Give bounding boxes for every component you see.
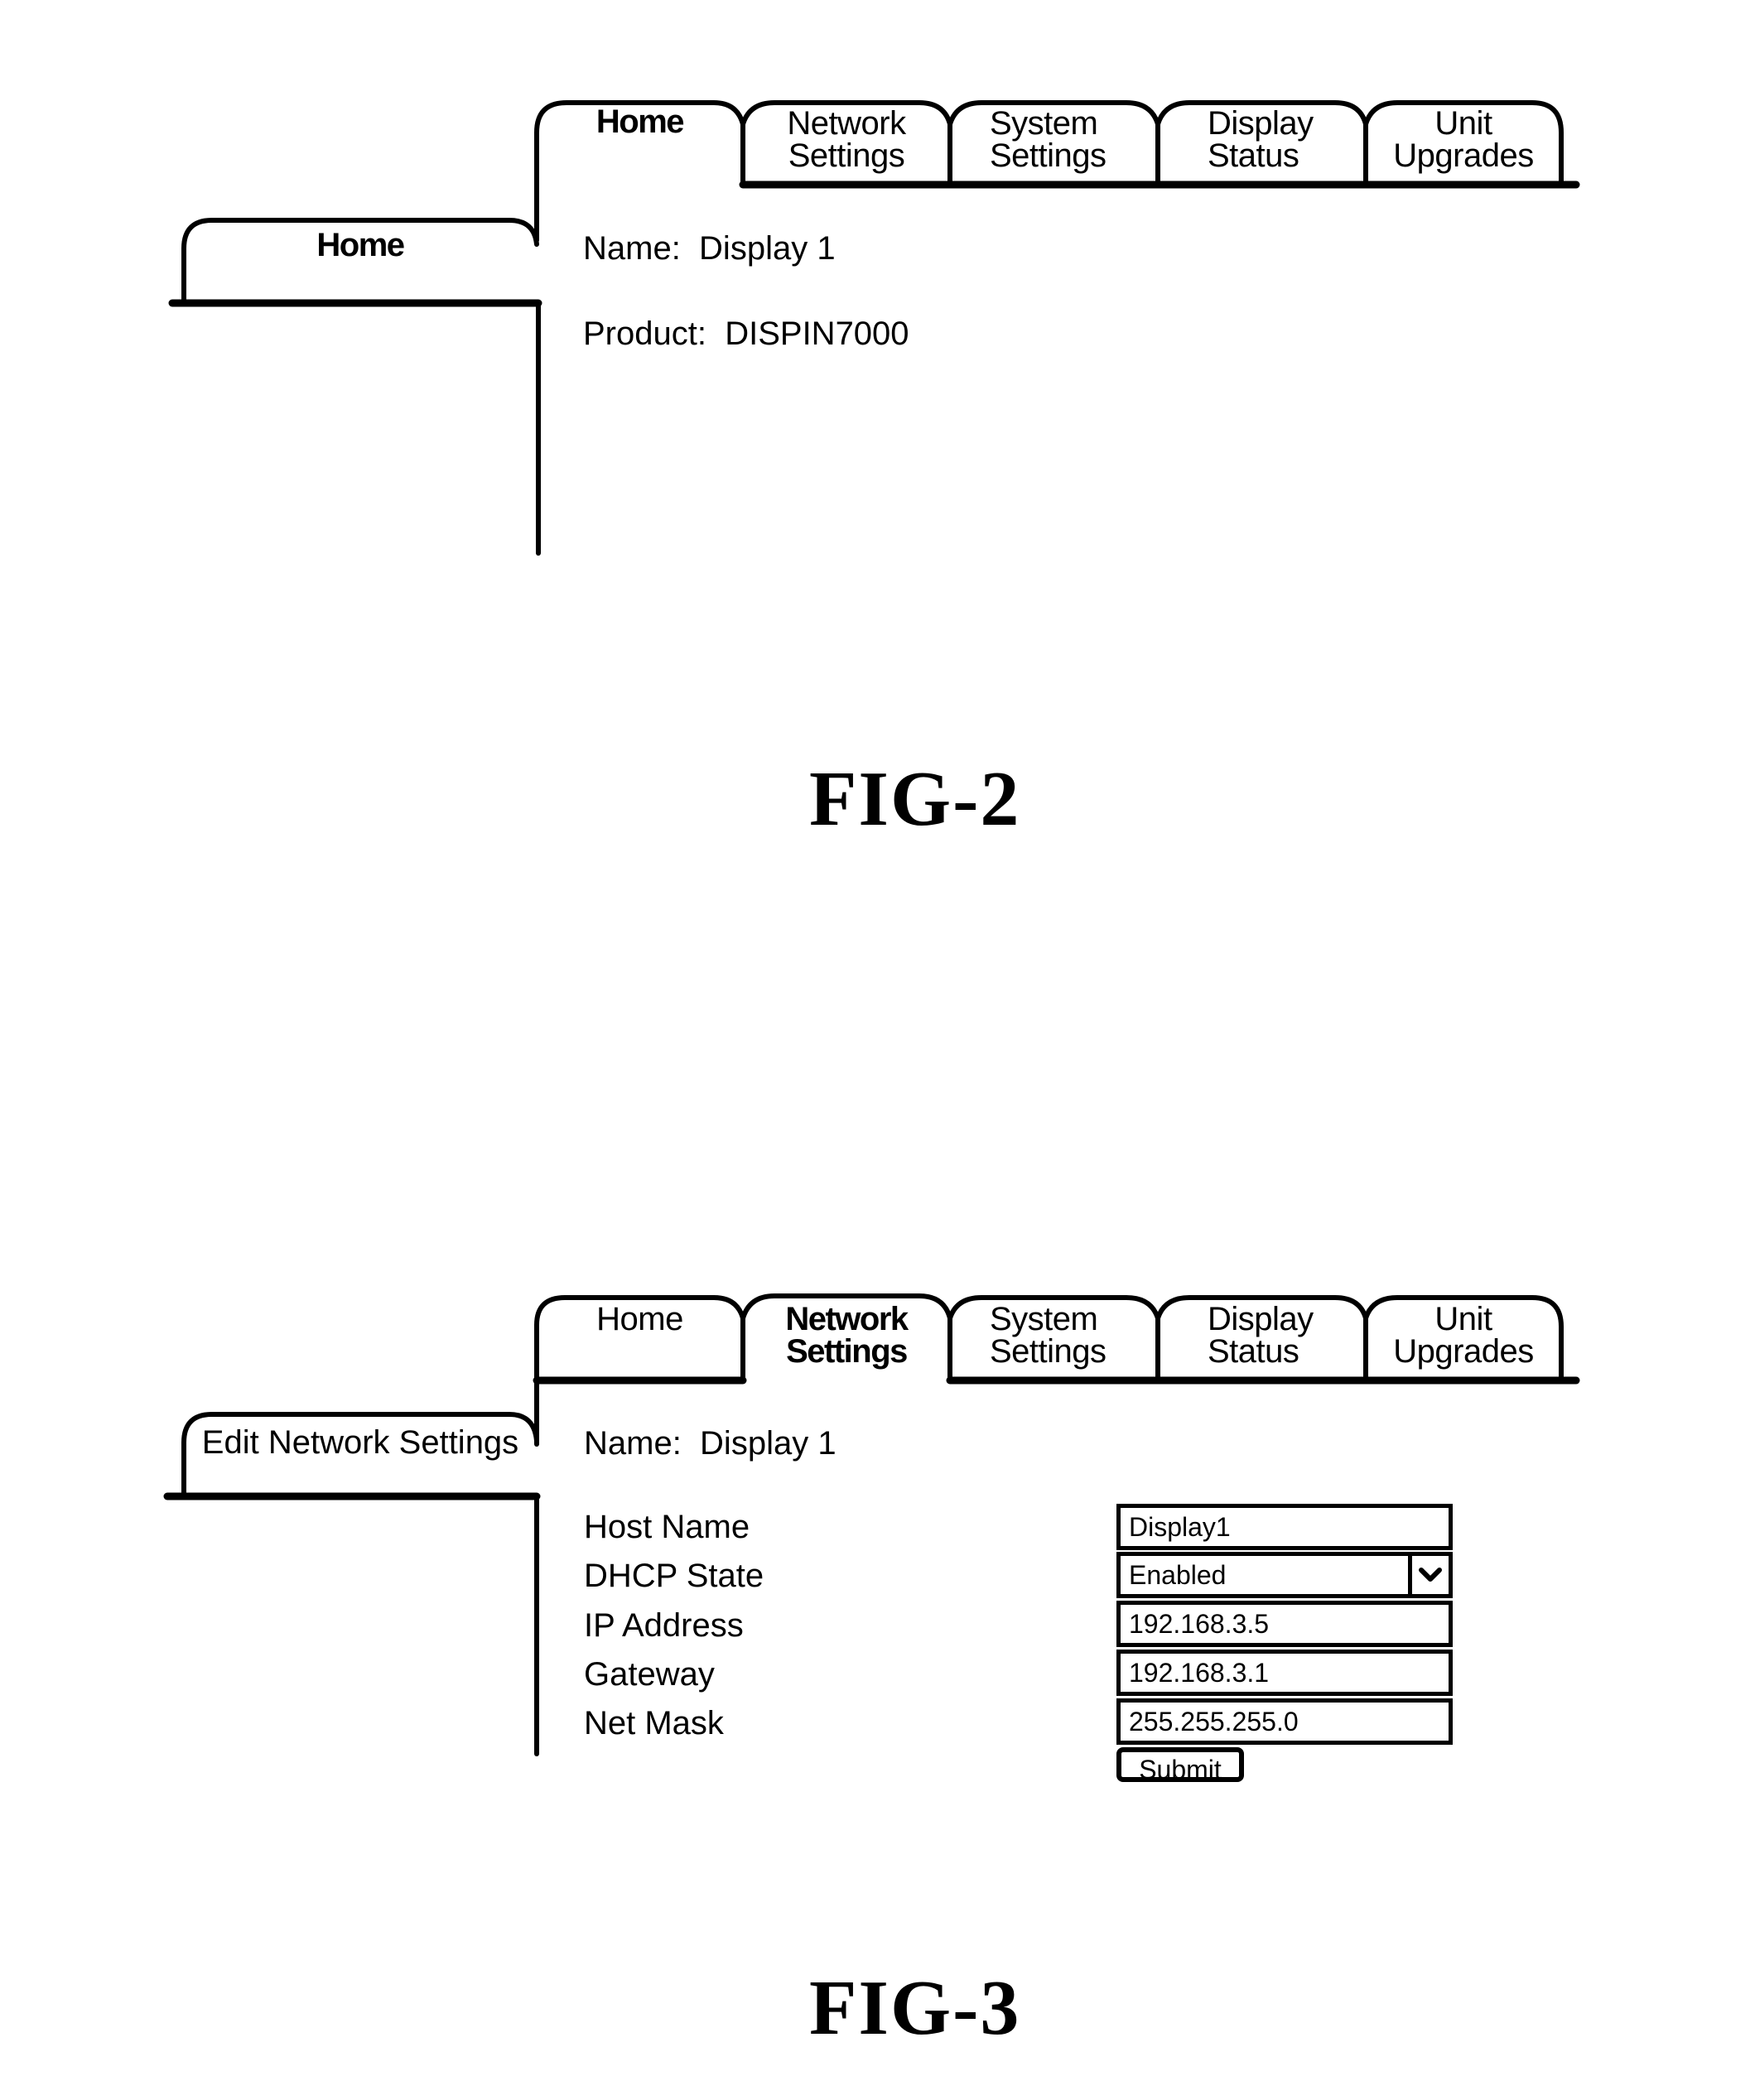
- name-value: Display 1: [700, 1425, 837, 1462]
- fig2-tab-network-settings[interactable]: Network Settings: [743, 105, 950, 174]
- host-name-input[interactable]: Display1: [1116, 1504, 1453, 1550]
- dhcp-state-select[interactable]: Enabled: [1116, 1552, 1453, 1598]
- fig2-product-row: Product: DISPIN7000: [583, 317, 909, 350]
- tab-label-line2: Settings: [990, 137, 1107, 174]
- tab-label-line1: Network: [787, 105, 906, 142]
- name-value: Display 1: [699, 230, 836, 267]
- chevron-down-icon[interactable]: [1412, 1556, 1449, 1594]
- fig3-tab-system-settings[interactable]: System Settings: [950, 1303, 1140, 1368]
- fig3-tab-unit-upgrades[interactable]: Unit Upgrades: [1366, 1303, 1561, 1368]
- gateway-value: 192.168.3.1: [1129, 1658, 1270, 1688]
- tab-label-line2: Status: [1208, 137, 1299, 174]
- ip-address-label: IP Address: [584, 1607, 744, 1644]
- product-value: DISPIN7000: [725, 315, 909, 352]
- fig2-tab-display-status[interactable]: Display Status: [1158, 105, 1366, 174]
- net-mask-value: 255.255.255.0: [1129, 1707, 1299, 1736]
- fig3-tab-display-status[interactable]: Display Status: [1158, 1303, 1366, 1368]
- tab-label-line1: Network: [785, 1301, 909, 1337]
- net-mask-label: Net Mask: [584, 1705, 724, 1741]
- fig2-tab-system-settings[interactable]: System Settings: [950, 105, 1140, 174]
- fig2-tab-home[interactable]: Home: [537, 104, 743, 140]
- name-label: Name:: [584, 1425, 682, 1462]
- submit-button[interactable]: Submit: [1116, 1747, 1244, 1785]
- fig3-caption: FIG-3: [809, 1965, 1021, 2051]
- tab-label-line2: Upgrades: [1393, 1333, 1534, 1370]
- product-label: Product:: [583, 315, 706, 352]
- tab-label-line1: Display: [1208, 105, 1314, 142]
- tab-label-line1: System: [990, 1301, 1098, 1337]
- dhcp-state-label: DHCP State: [584, 1558, 764, 1594]
- net-mask-input[interactable]: 255.255.255.0: [1116, 1698, 1453, 1745]
- tab-label-line1: System: [990, 105, 1098, 142]
- ip-address-value: 192.168.3.5: [1129, 1609, 1270, 1639]
- tab-label-line2: Upgrades: [1393, 137, 1534, 174]
- tab-label-line2: Settings: [788, 137, 905, 174]
- gateway-input[interactable]: 192.168.3.1: [1116, 1650, 1453, 1696]
- tab-label-line1: Home: [596, 1301, 683, 1337]
- host-name-value: Display1: [1129, 1512, 1231, 1542]
- tab-label-line1: Unit: [1434, 105, 1492, 142]
- fig2-name-row: Name: Display 1: [583, 232, 836, 265]
- fig2-tab-unit-upgrades[interactable]: Unit Upgrades: [1366, 105, 1561, 174]
- tab-label-line1: Home: [595, 104, 685, 140]
- ip-address-input[interactable]: 192.168.3.5: [1116, 1601, 1453, 1647]
- gateway-label: Gateway: [584, 1656, 715, 1693]
- name-label: Name:: [583, 230, 681, 267]
- host-name-label: Host Name: [584, 1509, 750, 1545]
- fig3-side-tab-edit-network-settings[interactable]: Edit Network Settings: [184, 1426, 537, 1459]
- tab-label-line2: Settings: [786, 1333, 908, 1370]
- dhcp-state-value: Enabled: [1129, 1560, 1227, 1590]
- tab-label-line1: Unit: [1434, 1301, 1492, 1337]
- fig2-side-tab-home[interactable]: Home: [184, 229, 537, 262]
- fig2-caption: FIG-2: [809, 756, 1021, 842]
- tab-label-line1: Display: [1208, 1301, 1314, 1337]
- tab-label-line2: Status: [1208, 1333, 1299, 1370]
- tab-label-line2: Settings: [990, 1333, 1107, 1370]
- fig3-tab-network-settings[interactable]: Network Settings: [743, 1303, 950, 1368]
- fig3-name-row: Name: Display 1: [584, 1427, 837, 1460]
- fig3-tab-home[interactable]: Home: [537, 1303, 743, 1336]
